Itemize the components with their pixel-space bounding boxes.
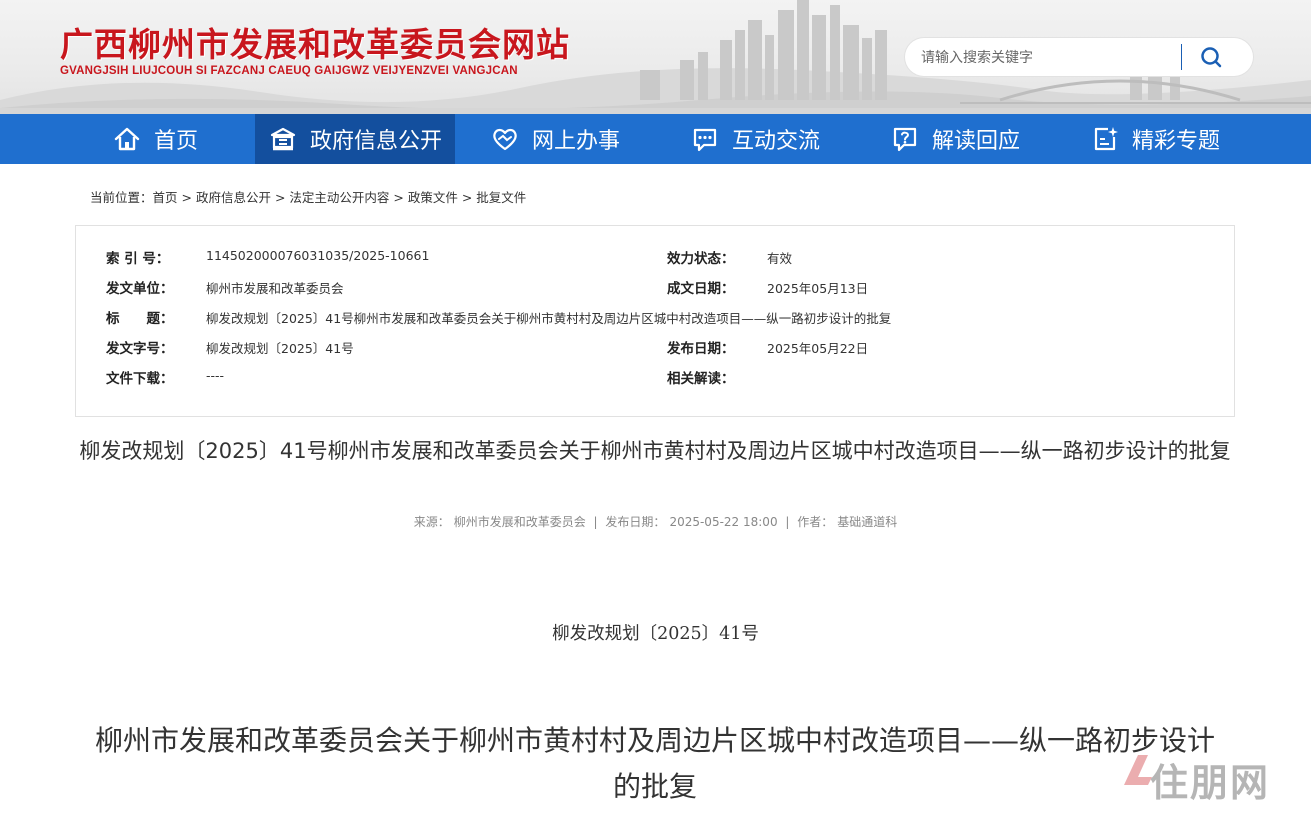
published-date-label: 发布日期： xyxy=(667,341,735,357)
author-label: 作者： xyxy=(797,515,834,529)
breadcrumb-link-gov-info[interactable]: 政府信息公开 xyxy=(196,190,271,205)
nav-item-label: 互动交流 xyxy=(731,129,820,154)
question-bubble-icon xyxy=(893,127,917,152)
nav-item-home[interactable]: 首页 xyxy=(55,114,255,164)
breadcrumb-link-policy[interactable]: 政策文件 xyxy=(408,190,458,205)
document-heading: 柳州市发展和改革委员会关于柳州市黄村村及周边片区城中村改造项目——纵一路初步设计… xyxy=(94,724,1215,803)
brand-logo-text: 住朋网 xyxy=(1150,761,1271,805)
title-label: 标 题： xyxy=(106,311,174,327)
government-building-icon xyxy=(270,127,296,151)
nav-item-label: 首页 xyxy=(153,129,198,154)
nav-item-label: 政府信息公开 xyxy=(309,129,442,154)
title-value: 柳发改规划〔2025〕41号柳州市发展和改革委员会关于柳州市黄村村及周边片区城中… xyxy=(206,311,892,326)
nav-item-gov-info[interactable]: 政府信息公开 xyxy=(255,114,455,164)
site-header: 广西柳州市发展和改革委员会网站 GVANGJSIH LIUJCOUH SI FA… xyxy=(0,0,1311,114)
article-title: 柳发改规划〔2025〕41号柳州市发展和改革委员会关于柳州市黄村村及周边片区城中… xyxy=(79,439,1231,463)
handshake-heart-icon xyxy=(493,128,517,151)
nav-item-online-services[interactable]: 网上办事 xyxy=(455,114,655,164)
status-value: 有效 xyxy=(767,251,793,266)
search-divider xyxy=(1181,44,1182,70)
document-info-box: 索 引 号： 114502000076031035/2025-10661 效力状… xyxy=(75,225,1235,417)
issuer-label: 发文单位： xyxy=(106,281,174,297)
breadcrumb-separator: > xyxy=(177,190,196,205)
breadcrumb-link-statutory[interactable]: 法定主动公开内容 xyxy=(289,190,389,205)
issuer-value: 柳州市发展和改革委员会 xyxy=(206,281,344,296)
meta-separator: | xyxy=(593,515,598,529)
created-date-value: 2025年05月13日 xyxy=(767,281,869,296)
date-value: 2025-05-22 18:00 xyxy=(669,515,778,529)
home-icon xyxy=(114,127,140,151)
search-icon xyxy=(1201,47,1222,68)
index-label: 索 引 号： xyxy=(106,251,170,267)
article-meta: 来源： 柳州市发展和改革委员会 | 发布日期： 2025-05-22 18:00 |… xyxy=(0,513,1311,530)
main-nav: 首页 政府信息公开 网上办事 互动交流 解读回应 精彩专题 xyxy=(0,114,1311,164)
related-interpretation-label: 相关解读： xyxy=(667,371,735,387)
nav-item-label: 网上办事 xyxy=(531,129,620,154)
doc-number-label: 发文字号： xyxy=(106,341,174,357)
nav-item-special-topics[interactable]: 精彩专题 xyxy=(1055,114,1255,164)
nav-item-interpretation[interactable]: 解读回应 xyxy=(855,114,1055,164)
search-input[interactable] xyxy=(919,46,1163,70)
author-value: 基础通道科 xyxy=(837,515,898,529)
doc-number-value: 柳发改规划〔2025〕41号 xyxy=(206,341,354,356)
site-subtitle: GVANGJSIH LIUJCOUH SI FAZCANJ CAEUQ GAIJ… xyxy=(60,65,518,77)
date-label: 发布日期： xyxy=(605,515,666,529)
source-value: 柳州市发展和改革委员会 xyxy=(453,515,586,529)
created-date-label: 成文日期： xyxy=(667,281,735,297)
source-label: 来源： xyxy=(413,515,450,529)
breadcrumb-prefix: 当前位置： xyxy=(90,190,153,205)
search-box xyxy=(905,38,1253,76)
index-value: 114502000076031035/2025-10661 xyxy=(206,248,430,263)
breadcrumb-separator: > xyxy=(457,190,477,205)
nav-item-label: 精彩专题 xyxy=(1131,129,1220,154)
sparkle-document-icon xyxy=(1094,127,1118,151)
nav-item-interaction[interactable]: 互动交流 xyxy=(655,114,855,164)
breadcrumb-link-approvals[interactable]: 批复文件 xyxy=(476,190,526,205)
download-value[interactable]: ---- xyxy=(206,368,224,383)
nav-item-label: 解读回应 xyxy=(931,129,1020,154)
status-label: 效力状态： xyxy=(667,251,735,267)
site-title: 广西柳州市发展和改革委员会网站 xyxy=(60,25,570,64)
breadcrumb-separator: > xyxy=(270,190,290,205)
breadcrumb: 当前位置：首页 > 政府信息公开 > 法定主动公开内容 > 政策文件 > 批复文… xyxy=(90,187,526,206)
published-date-value: 2025年05月22日 xyxy=(767,341,869,356)
document-number: 柳发改规划〔2025〕41号 xyxy=(552,624,759,644)
meta-separator: | xyxy=(785,515,790,529)
chat-bubble-icon xyxy=(693,128,717,152)
breadcrumb-separator: > xyxy=(389,190,408,205)
download-label: 文件下载： xyxy=(106,371,174,387)
search-button[interactable] xyxy=(1199,45,1225,71)
breadcrumb-link-home[interactable]: 首页 xyxy=(153,190,178,205)
